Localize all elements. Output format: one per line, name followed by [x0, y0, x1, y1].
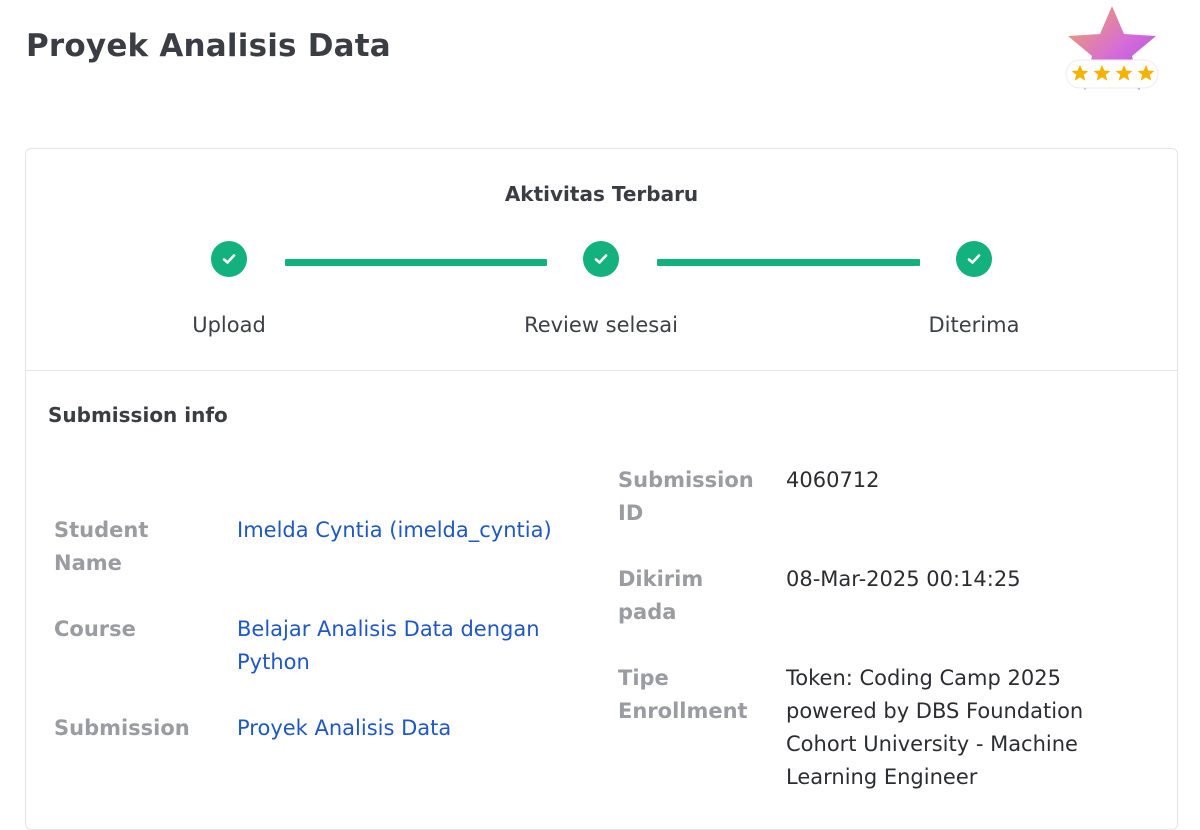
star-rating-badge-icon: [1062, 4, 1162, 100]
submission-link[interactable]: Proyek Analisis Data: [237, 716, 451, 740]
activity-title: Aktivitas Terbaru: [504, 182, 699, 206]
tipe-enrollment-label: Tipe Enrollment: [618, 666, 748, 723]
step-label-diterima: Diterima: [928, 313, 1020, 337]
dikirim-value: 08-Mar-2025 00:14:25: [786, 567, 1021, 591]
submission-card: Aktivitas Terbaru Upload Review selesai …: [25, 148, 1178, 830]
step-diterima-check-icon: [956, 241, 992, 277]
activity-section: Aktivitas Terbaru Upload Review selesai …: [26, 149, 1177, 371]
step-upload-check-icon: [211, 241, 247, 277]
step-connector: [657, 259, 920, 266]
step-label-upload: Upload: [192, 313, 266, 337]
dikirim-label: Dikirim pada: [618, 567, 704, 624]
course-link[interactable]: Belajar Analisis Data dengan Python: [237, 617, 540, 674]
tipe-enrollment-value: Token: Coding Camp 2025 powered by DBS F…: [786, 666, 1084, 789]
submission-id-value: 4060712: [786, 468, 880, 492]
step-review-check-icon: [583, 241, 619, 277]
student-name-label: Student Name: [54, 518, 149, 575]
student-name-link[interactable]: Imelda Cyntia (imelda_cyntia): [237, 518, 552, 542]
step-connector: [285, 259, 547, 266]
submission-label: Submission: [54, 716, 190, 740]
course-label: Course: [54, 617, 136, 641]
step-label-review: Review selesai: [524, 313, 678, 337]
submission-info-title: Submission info: [48, 403, 228, 427]
page-title: Proyek Analisis Data: [26, 28, 391, 64]
submission-id-label: Submission ID: [618, 468, 754, 525]
